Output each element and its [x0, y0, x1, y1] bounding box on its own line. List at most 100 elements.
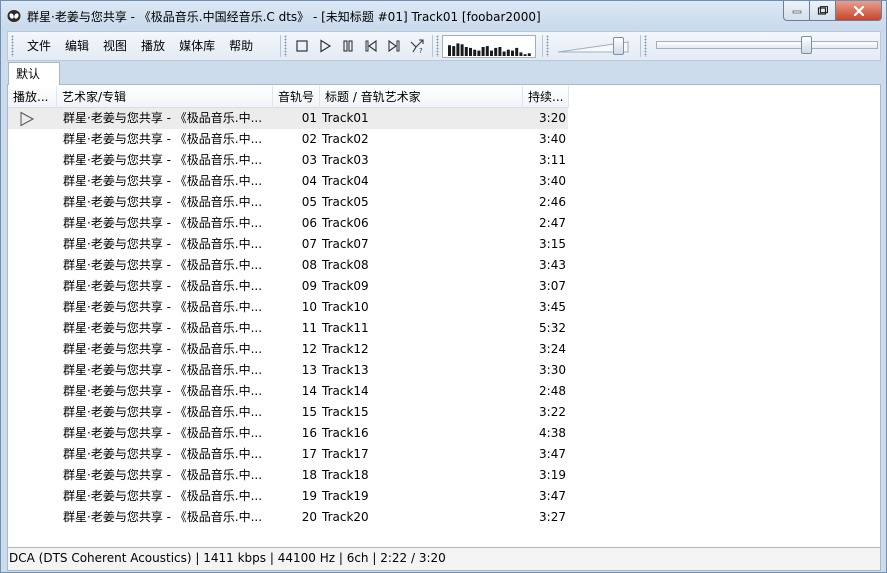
- artist-album-cell: 群星·老姜与您共享 - 《极品音乐.中...: [63, 489, 263, 503]
- spectrum-bar: [481, 47, 485, 56]
- duration-cell: 3:24: [539, 342, 566, 356]
- spectrum-bar: [498, 47, 502, 56]
- duration-cell: 3:45: [539, 300, 566, 314]
- stop-button[interactable]: [292, 36, 312, 56]
- play-button[interactable]: [315, 36, 335, 56]
- menu-bar: 文件 编辑 视图 播放 媒体库 帮助: [20, 32, 260, 60]
- previous-button[interactable]: [361, 36, 381, 56]
- menu-help[interactable]: 帮助: [222, 32, 260, 60]
- now-playing-icon: [20, 111, 35, 127]
- seek-thumb[interactable]: [801, 36, 812, 54]
- track-number-cell: 12: [301, 342, 317, 356]
- playing-indicator-cell: [8, 360, 57, 381]
- artist-album-cell: 群星·老姜与您共享 - 《极品音乐.中...: [63, 132, 263, 146]
- menu-playback[interactable]: 播放: [134, 32, 172, 60]
- playlist-row[interactable]: 群星·老姜与您共享 - 《极品音乐.中... 04 Track04 3:40: [8, 171, 568, 192]
- title-bar[interactable]: 群星·老姜与您共享 - 《极品音乐.中国经音乐.C dts》 - [未知标题 #…: [1, 1, 886, 31]
- playlist-row[interactable]: 群星·老姜与您共享 - 《极品音乐.中... 07 Track07 3:15: [8, 234, 568, 255]
- column-title-artist[interactable]: 标题 / 音轨艺术家: [320, 86, 523, 108]
- track-number-cell: 16: [301, 426, 317, 440]
- playing-indicator-cell: [8, 255, 57, 276]
- playlist-row[interactable]: 群星·老姜与您共享 - 《极品音乐.中... 14 Track14 2:48: [8, 381, 568, 402]
- track-number-cell: 20: [301, 510, 317, 524]
- toolbar-grip[interactable]: [546, 35, 549, 57]
- spectrum-bar: [477, 50, 481, 56]
- toolbar-grip[interactable]: [284, 35, 287, 57]
- playlist-row[interactable]: 群星·老姜与您共享 - 《极品音乐.中... 20 Track20 3:27: [8, 507, 568, 528]
- seek-bar[interactable]: [656, 36, 878, 54]
- next-button[interactable]: [384, 36, 404, 56]
- title-cell: Track20: [322, 510, 369, 524]
- title-cell: Track10: [322, 300, 369, 314]
- duration-cell: 3:15: [539, 237, 566, 251]
- duration-cell: 3:19: [539, 468, 566, 482]
- playlist-row[interactable]: 群星·老姜与您共享 - 《极品音乐.中... 06 Track06 2:47: [8, 213, 568, 234]
- toolbar-separator: [640, 35, 641, 57]
- toolbar-grip[interactable]: [644, 35, 647, 57]
- spectrum-bar: [490, 50, 493, 56]
- status-text: DCA (DTS Coherent Acoustics) | 1411 kbps…: [9, 551, 446, 565]
- minimize-icon: [792, 10, 801, 13]
- playing-indicator-cell: [8, 108, 57, 129]
- column-artist-album[interactable]: 艺术家/专辑: [57, 86, 273, 108]
- playlist-row[interactable]: 群星·老姜与您共享 - 《极品音乐.中... 01 Track01 3:20: [8, 108, 568, 129]
- spectrum-bar: [460, 44, 464, 56]
- spectrum-bar: [511, 50, 514, 56]
- volume-thumb[interactable]: [613, 37, 624, 55]
- artist-album-cell: 群星·老姜与您共享 - 《极品音乐.中...: [63, 195, 263, 209]
- spectrum-bar: [519, 52, 523, 56]
- artist-album-cell: 群星·老姜与您共享 - 《极品音乐.中...: [63, 447, 263, 461]
- artist-album-cell: 群星·老姜与您共享 - 《极品音乐.中...: [63, 111, 263, 125]
- volume-slider[interactable]: [557, 37, 634, 55]
- playing-indicator-cell: [8, 234, 57, 255]
- duration-cell: 3:20: [539, 111, 566, 125]
- playlist-row[interactable]: 群星·老姜与您共享 - 《极品音乐.中... 17 Track17 3:47: [8, 444, 568, 465]
- random-button[interactable]: ?: [407, 36, 427, 56]
- playlist-row[interactable]: 群星·老姜与您共享 - 《极品音乐.中... 08 Track08 3:43: [8, 255, 568, 276]
- title-cell: Track11: [322, 321, 369, 335]
- playlist-row[interactable]: 群星·老姜与您共享 - 《极品音乐.中... 05 Track05 2:46: [8, 192, 568, 213]
- playlist-row[interactable]: 群星·老姜与您共享 - 《极品音乐.中... 12 Track12 3:24: [8, 339, 568, 360]
- playlist-row[interactable]: 群星·老姜与您共享 - 《极品音乐.中... 03 Track03 3:11: [8, 150, 568, 171]
- menu-edit[interactable]: 编辑: [58, 32, 96, 60]
- playlist-row[interactable]: 群星·老姜与您共享 - 《极品音乐.中... 15 Track15 3:22: [8, 402, 568, 423]
- spectrum-bar: [502, 51, 506, 56]
- previous-icon: [365, 39, 377, 53]
- playlist-row[interactable]: 群星·老姜与您共享 - 《极品音乐.中... 02 Track02 3:40: [8, 129, 568, 150]
- title-cell: Track13: [322, 363, 369, 377]
- pause-button[interactable]: [338, 36, 358, 56]
- column-track-number[interactable]: 音轨号: [273, 86, 320, 108]
- playlist-row[interactable]: 群星·老姜与您共享 - 《极品音乐.中... 18 Track18 3:19: [8, 465, 568, 486]
- title-cell: Track02: [322, 132, 369, 146]
- column-playing[interactable]: 播放...: [8, 86, 57, 108]
- toolbar-separator: [542, 35, 543, 57]
- duration-cell: 2:48: [539, 384, 566, 398]
- menu-view[interactable]: 视图: [96, 32, 134, 60]
- title-cell: Track19: [322, 489, 369, 503]
- foobar-alien-icon: [7, 10, 21, 22]
- artist-album-cell: 群星·老姜与您共享 - 《极品音乐.中...: [63, 300, 263, 314]
- menu-file[interactable]: 文件: [20, 32, 58, 60]
- toolbar-grip[interactable]: [436, 35, 439, 57]
- duration-cell: 3:40: [539, 132, 566, 146]
- playlist-view[interactable]: 播放... 艺术家/专辑 音轨号 标题 / 音轨艺术家 持续... 群星·老姜与…: [7, 85, 881, 547]
- playlist-row[interactable]: 群星·老姜与您共享 - 《极品音乐.中... 13 Track13 3:30: [8, 360, 568, 381]
- close-button[interactable]: [836, 1, 882, 21]
- duration-cell: 3:07: [539, 279, 566, 293]
- minimize-button[interactable]: [783, 1, 810, 21]
- playing-indicator-cell: [8, 339, 57, 360]
- track-number-cell: 02: [301, 132, 317, 146]
- playing-indicator-cell: [8, 129, 57, 150]
- toolbar-grip[interactable]: [11, 35, 14, 57]
- playlist-row[interactable]: 群星·老姜与您共享 - 《极品音乐.中... 19 Track19 3:47: [8, 486, 568, 507]
- playlist-row[interactable]: 群星·老姜与您共享 - 《极品音乐.中... 09 Track09 3:07: [8, 276, 568, 297]
- tab-default[interactable]: 默认: [8, 62, 60, 86]
- menu-library[interactable]: 媒体库: [172, 32, 222, 60]
- duration-cell: 2:47: [539, 216, 566, 230]
- maximize-button[interactable]: [810, 1, 836, 21]
- duration-cell: 3:27: [539, 510, 566, 524]
- playlist-row[interactable]: 群星·老姜与您共享 - 《极品音乐.中... 11 Track11 5:32: [8, 318, 568, 339]
- column-duration[interactable]: 持续...: [523, 86, 569, 108]
- playlist-row[interactable]: 群星·老姜与您共享 - 《极品音乐.中... 16 Track16 4:38: [8, 423, 568, 444]
- playlist-row[interactable]: 群星·老姜与您共享 - 《极品音乐.中... 10 Track10 3:45: [8, 297, 568, 318]
